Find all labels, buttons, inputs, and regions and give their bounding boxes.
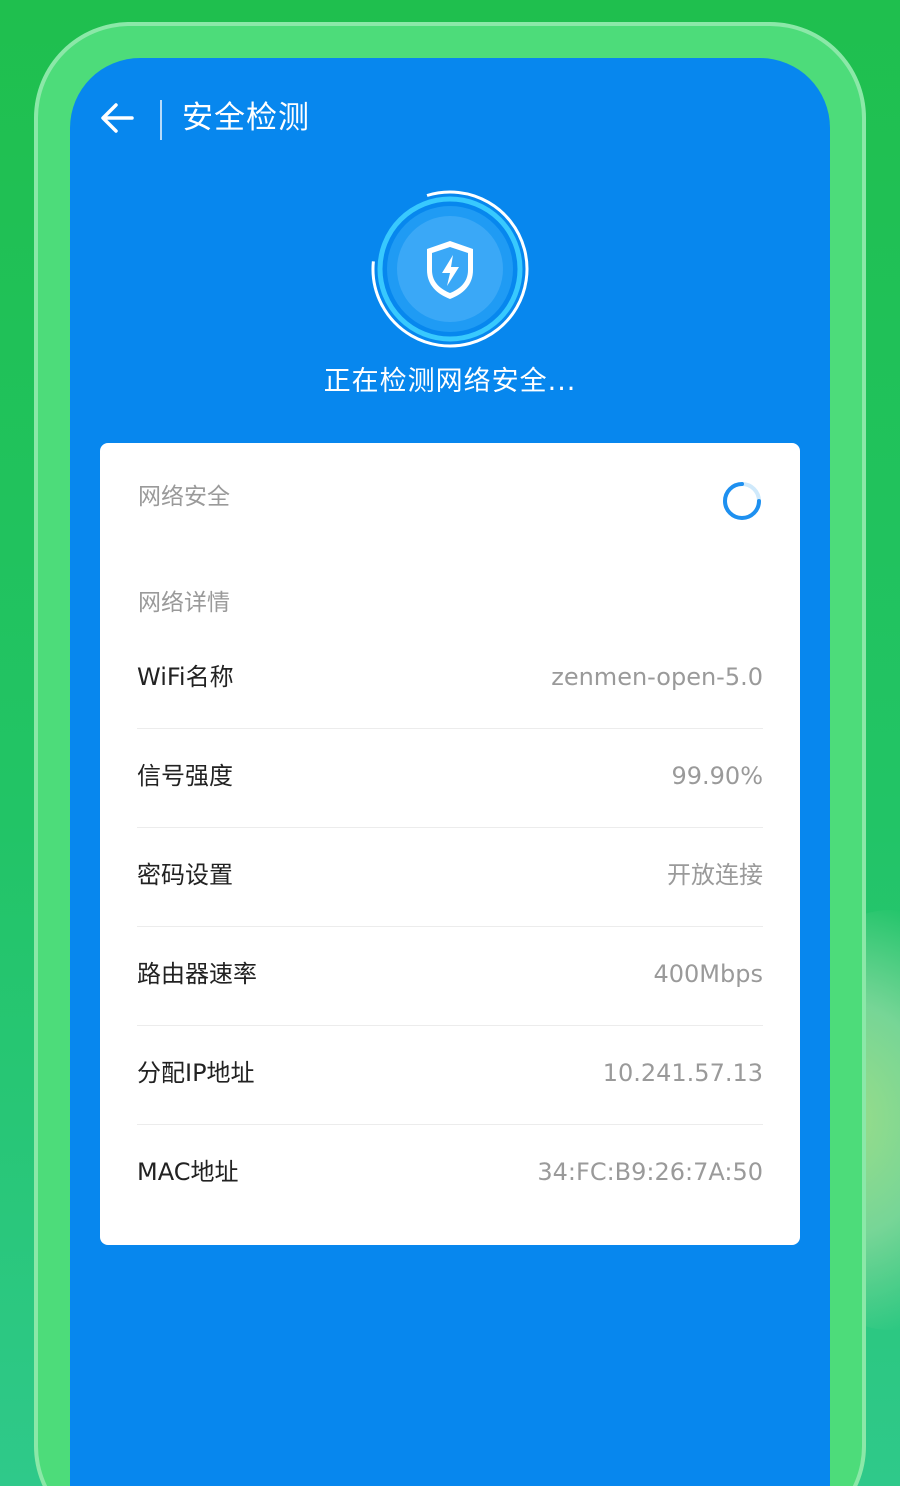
row-value: zenmen-open-5.0 [551, 663, 763, 691]
row-value: 开放连接 [667, 861, 763, 889]
row-label: 路由器速率 [137, 960, 257, 988]
network-info-card: 网络安全 网络详情 WiFi名称 zenmen-open-5.0 信号强度 99… [100, 443, 800, 1245]
row-value: 99.90% [671, 762, 763, 790]
detail-list: WiFi名称 zenmen-open-5.0 信号强度 99.90% 密码设置 … [137, 630, 763, 1223]
row-label: 密码设置 [137, 861, 233, 889]
row-label: 分配IP地址 [137, 1059, 255, 1087]
row-label: WiFi名称 [137, 663, 234, 691]
spinner-icon [722, 481, 762, 521]
header: 安全检测 [70, 58, 830, 182]
detail-row-wifi-name: WiFi名称 zenmen-open-5.0 [137, 630, 763, 729]
phone-screen: 安全检测 正在检测网络安全... 网络安全 网络详情 WiFi名称 zenmen… [70, 58, 830, 1486]
section-label-network-security: 网络安全 [138, 484, 230, 510]
header-divider [160, 100, 162, 140]
row-value: 10.241.57.13 [602, 1059, 763, 1087]
background: 安全检测 正在检测网络安全... 网络安全 网络详情 WiFi名称 zenmen… [0, 0, 900, 1486]
back-button[interactable] [96, 96, 140, 140]
row-value: 34:FC:B9:26:7A:50 [537, 1158, 763, 1186]
scan-status-text: 正在检测网络安全... [323, 366, 577, 397]
row-label: MAC地址 [137, 1158, 239, 1186]
detail-row-password: 密码设置 开放连接 [137, 828, 763, 927]
arrow-left-icon [101, 103, 134, 133]
section-label-network-details: 网络详情 [138, 590, 230, 616]
detail-row-router-speed: 路由器速率 400Mbps [137, 927, 763, 1026]
detail-row-signal-strength: 信号强度 99.90% [137, 729, 763, 828]
detail-row-ip-address: 分配IP地址 10.241.57.13 [137, 1026, 763, 1125]
page-title: 安全检测 [182, 100, 310, 136]
row-label: 信号强度 [137, 762, 233, 790]
row-value: 400Mbps [653, 960, 764, 988]
detail-row-mac-address: MAC地址 34:FC:B9:26:7A:50 [137, 1125, 763, 1223]
scan-indicator [370, 189, 530, 349]
